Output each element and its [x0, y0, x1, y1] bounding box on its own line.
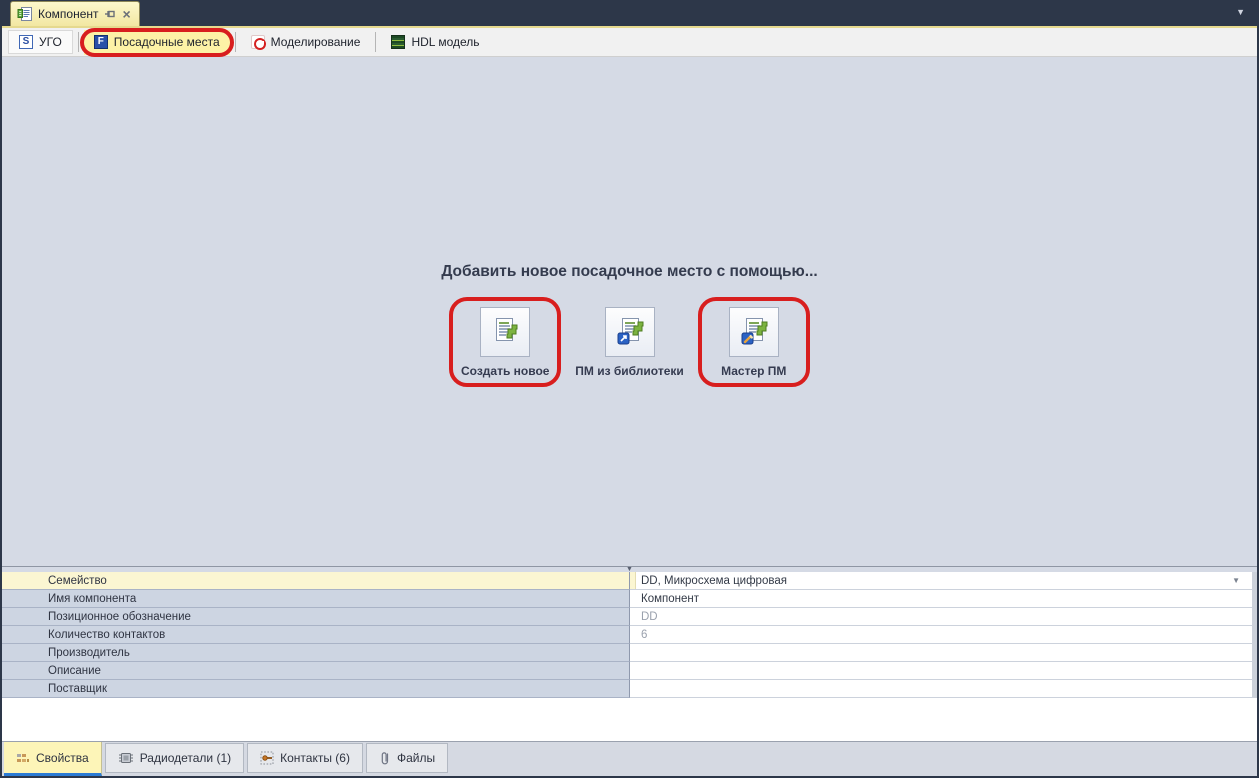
editor-tab-bar: S УГО F Посадочные места Моделирование H… [2, 28, 1257, 57]
footprint-icon: F [94, 35, 108, 49]
tab-contacts[interactable]: Контакты (6) [247, 743, 363, 773]
create-new-label: Создать новое [461, 364, 549, 378]
property-label[interactable]: Имя компонента [2, 590, 630, 608]
property-row-component-name[interactable]: Имя компонента Компонент [2, 590, 1252, 608]
tab-properties[interactable]: Свойства [4, 742, 102, 776]
property-value[interactable]: 6 [630, 626, 1252, 644]
properties-icon [16, 751, 30, 765]
canvas-heading: Добавить новое посадочное место с помощь… [2, 263, 1257, 281]
contacts-icon [260, 751, 274, 765]
tab-contacts-label: Контакты (6) [280, 751, 350, 765]
property-value[interactable]: DD [630, 608, 1252, 626]
tab-ugo[interactable]: S УГО [8, 30, 73, 54]
tab-simulation[interactable]: Моделирование [241, 30, 371, 55]
property-label[interactable]: Производитель [2, 644, 630, 662]
property-value-dropdown[interactable]: DD, Микросхема цифровая ▼ [630, 572, 1252, 590]
properties-blank-area [2, 698, 1257, 741]
footprint-wizard-label: Мастер ПМ [721, 364, 786, 378]
document-wizard-icon [729, 307, 779, 357]
document-tab-bar: Компонент × ▼ [2, 0, 1257, 28]
create-new-footprint-button[interactable]: Создать новое [449, 297, 561, 387]
tab-footprints[interactable]: F Посадочные места [84, 30, 230, 55]
tab-hdl-model-label: HDL модель [411, 35, 479, 49]
tab-properties-label: Свойства [36, 751, 89, 765]
tab-files[interactable]: Файлы [366, 743, 448, 773]
footprint-from-library-button[interactable]: ПМ из библиотеки [567, 297, 692, 387]
tab-hdl-model[interactable]: HDL модель [381, 30, 489, 55]
footprint-from-library-label: ПМ из библиотеки [575, 364, 684, 378]
close-icon[interactable]: × [123, 7, 131, 21]
property-value-text: DD, Микросхема цифровая [641, 575, 787, 587]
property-value[interactable] [630, 662, 1252, 680]
property-value[interactable] [630, 644, 1252, 662]
property-value[interactable]: Компонент [630, 590, 1252, 608]
tab-footprints-label: Посадочные места [114, 35, 220, 49]
tab-radio-parts[interactable]: Радиодетали (1) [105, 743, 244, 773]
document-tab-component[interactable]: Компонент × [10, 1, 140, 26]
toolbar-separator [235, 32, 236, 52]
tab-list-dropdown-icon[interactable]: ▼ [1236, 8, 1245, 17]
symbol-icon: S [19, 35, 33, 49]
property-row-supplier[interactable]: Поставщик [2, 680, 1252, 698]
tab-ugo-label: УГО [39, 35, 62, 49]
new-document-icon [480, 307, 530, 357]
value-dropdown-icon[interactable]: ▼ [1232, 577, 1240, 585]
paperclip-icon [379, 751, 391, 766]
property-row-manufacturer[interactable]: Производитель [2, 644, 1252, 662]
property-row-description[interactable]: Описание [2, 662, 1252, 680]
property-label[interactable]: Семейство [2, 572, 630, 590]
property-label[interactable]: Позиционное обозначение [2, 608, 630, 626]
property-label[interactable]: Поставщик [2, 680, 630, 698]
property-label[interactable]: Описание [2, 662, 630, 680]
tab-radio-parts-label: Радиодетали (1) [140, 751, 231, 765]
footprint-wizard-button[interactable]: Мастер ПМ [698, 297, 810, 387]
tab-files-label: Файлы [397, 751, 435, 765]
action-button-row: Создать новое ПМ из библиотеки [2, 297, 1257, 387]
property-row-family[interactable]: Семейство DD, Микросхема цифровая ▼ [2, 572, 1252, 590]
hdl-model-icon [391, 35, 405, 49]
toolbar-separator [78, 32, 79, 52]
tab-simulation-label: Моделирование [271, 35, 361, 49]
toolbar-separator [375, 32, 376, 52]
property-row-ref-designator[interactable]: Позиционное обозначение DD [2, 608, 1252, 626]
app-window: Компонент × ▼ S УГО F Посадочные места М… [0, 0, 1259, 778]
simulation-icon [251, 35, 265, 49]
properties-grid: Семейство DD, Микросхема цифровая ▼ Имя … [2, 572, 1257, 698]
property-value[interactable] [630, 680, 1252, 698]
chip-icon [118, 752, 134, 764]
property-row-pin-count[interactable]: Количество контактов 6 [2, 626, 1252, 644]
document-tab-title: Компонент [38, 7, 99, 21]
component-doc-icon [17, 6, 33, 22]
property-label[interactable]: Количество контактов [2, 626, 630, 644]
footprint-canvas: Добавить новое посадочное место с помощь… [2, 57, 1257, 566]
pin-icon[interactable] [104, 8, 116, 20]
document-from-library-icon [605, 307, 655, 357]
bottom-tab-bar: Свойства Радиодетали (1) Контакты (6) [2, 741, 1257, 776]
